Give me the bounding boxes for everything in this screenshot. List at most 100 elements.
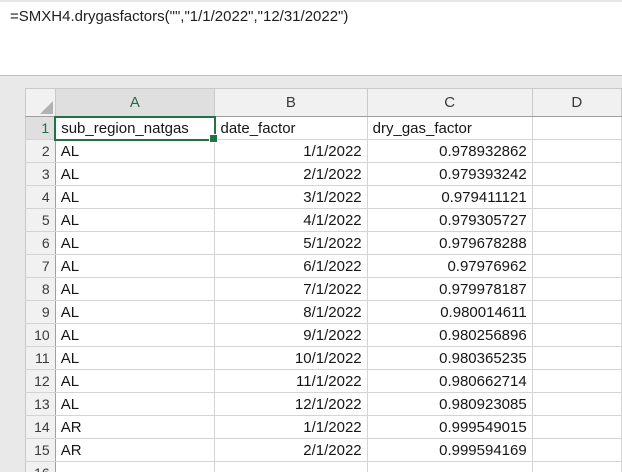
cell-B3[interactable]: 2/1/2022 xyxy=(214,162,368,186)
cell-D9[interactable] xyxy=(531,300,622,324)
cell-A11[interactable]: AL xyxy=(54,346,216,370)
formula-input[interactable]: =SMXH4.drygasfactors("","1/1/2022","12/3… xyxy=(0,2,622,25)
row-header-12[interactable]: 12 xyxy=(25,369,56,393)
cell-B16[interactable] xyxy=(214,461,368,472)
cell-A9[interactable]: AL xyxy=(54,300,216,324)
cell-A3[interactable]: AL xyxy=(54,162,216,186)
cell-D3[interactable] xyxy=(531,162,622,186)
cell-C9[interactable]: 0.980014611 xyxy=(366,300,533,324)
select-all-triangle-icon xyxy=(39,101,53,114)
row-header-9[interactable]: 9 xyxy=(25,300,56,324)
column-header-row: ABCD xyxy=(25,88,622,118)
cell-C13[interactable]: 0.980923085 xyxy=(366,392,533,416)
cell-A12[interactable]: AL xyxy=(54,369,216,393)
cell-A7[interactable]: AL xyxy=(54,254,216,278)
row-header-8[interactable]: 8 xyxy=(25,277,56,301)
cell-C1[interactable]: dry_gas_factor xyxy=(366,116,533,140)
cell-B8[interactable]: 7/1/2022 xyxy=(214,277,368,301)
row-header-2[interactable]: 2 xyxy=(25,139,56,163)
row-header-13[interactable]: 13 xyxy=(25,392,56,416)
cell-C16[interactable] xyxy=(366,461,533,472)
cell-B14[interactable]: 1/1/2022 xyxy=(214,415,368,439)
cell-D4[interactable] xyxy=(531,185,622,209)
cell-D11[interactable] xyxy=(531,346,622,370)
cell-B15[interactable]: 2/1/2022 xyxy=(214,438,368,462)
cell-D16[interactable] xyxy=(531,461,622,472)
cell-A4[interactable]: AL xyxy=(54,185,216,209)
cell-B11[interactable]: 10/1/2022 xyxy=(214,346,368,370)
cell-A10[interactable]: AL xyxy=(54,323,216,347)
cell-B13[interactable]: 12/1/2022 xyxy=(214,392,368,416)
row-header-16[interactable]: 16 xyxy=(25,461,56,472)
cell-A15[interactable]: AR xyxy=(54,438,216,462)
row-header-6[interactable]: 6 xyxy=(25,231,56,255)
cell-C7[interactable]: 0.97976962 xyxy=(366,254,533,278)
cell-C10[interactable]: 0.980256896 xyxy=(366,323,533,347)
cell-A16[interactable] xyxy=(54,461,216,472)
row-header-15[interactable]: 15 xyxy=(25,438,56,462)
row-header-5[interactable]: 5 xyxy=(25,208,56,232)
cell-D13[interactable] xyxy=(531,392,622,416)
sheet-row-9: 9 AL 8/1/2022 0.980014611 xyxy=(25,300,622,324)
sheet-row-16: 16 xyxy=(25,461,622,472)
cell-B10[interactable]: 9/1/2022 xyxy=(214,323,368,347)
spreadsheet-window: =SMXH4.drygasfactors("","1/1/2022","12/3… xyxy=(0,0,622,472)
cell-B4[interactable]: 3/1/2022 xyxy=(214,185,368,209)
cell-C8[interactable]: 0.979978187 xyxy=(366,277,533,301)
cell-C6[interactable]: 0.979678288 xyxy=(366,231,533,255)
cell-C14[interactable]: 0.999549015 xyxy=(366,415,533,439)
cell-D15[interactable] xyxy=(531,438,622,462)
cell-D12[interactable] xyxy=(531,369,622,393)
row-header-7[interactable]: 7 xyxy=(25,254,56,278)
cell-A5[interactable]: AL xyxy=(54,208,216,232)
cell-C4[interactable]: 0.979411121 xyxy=(366,185,533,209)
cell-C3[interactable]: 0.979393242 xyxy=(366,162,533,186)
cell-D6[interactable] xyxy=(531,231,622,255)
cell-B2[interactable]: 1/1/2022 xyxy=(214,139,368,163)
row-header-4[interactable]: 4 xyxy=(25,185,56,209)
cell-A8[interactable]: AL xyxy=(54,277,216,301)
cell-B7[interactable]: 6/1/2022 xyxy=(214,254,368,278)
cell-C2[interactable]: 0.978932862 xyxy=(366,139,533,163)
column-header-B[interactable]: B xyxy=(214,88,368,117)
select-all-corner[interactable] xyxy=(25,88,56,117)
cell-D1[interactable] xyxy=(531,116,622,140)
cell-A1[interactable]: sub_region_natgas xyxy=(54,115,218,143)
cell-B6[interactable]: 5/1/2022 xyxy=(214,231,368,255)
sheet-row-4: 4 AL 3/1/2022 0.979411121 xyxy=(25,185,622,209)
sheet-row-8: 8 AL 7/1/2022 0.979978187 xyxy=(25,277,622,301)
row-header-14[interactable]: 14 xyxy=(25,415,56,439)
row-header-3[interactable]: 3 xyxy=(25,162,56,186)
cell-C15[interactable]: 0.999594169 xyxy=(366,438,533,462)
cell-A6[interactable]: AL xyxy=(54,231,216,255)
cell-D7[interactable] xyxy=(531,254,622,278)
cell-B9[interactable]: 8/1/2022 xyxy=(214,300,368,324)
cell-A14[interactable]: AR xyxy=(54,415,216,439)
column-header-D[interactable]: D xyxy=(531,88,622,117)
cell-A13[interactable]: AL xyxy=(54,392,216,416)
column-header-A[interactable]: A xyxy=(54,88,216,118)
cell-D8[interactable] xyxy=(531,277,622,301)
sheet-row-15: 15 AR 2/1/2022 0.999594169 xyxy=(25,438,622,462)
sheet-row-14: 14 AR 1/1/2022 0.999549015 xyxy=(25,415,622,439)
cell-A2[interactable]: AL xyxy=(54,139,216,163)
cell-B1[interactable]: date_factor xyxy=(214,116,368,140)
cell-C11[interactable]: 0.980365235 xyxy=(366,346,533,370)
cell-C12[interactable]: 0.980662714 xyxy=(366,369,533,393)
fill-handle[interactable] xyxy=(208,133,218,143)
cell-D2[interactable] xyxy=(531,139,622,163)
formula-bar: =SMXH4.drygasfactors("","1/1/2022","12/3… xyxy=(0,0,622,74)
row-header-11[interactable]: 11 xyxy=(25,346,56,370)
row-header-10[interactable]: 10 xyxy=(25,323,56,347)
sheet-row-13: 13 AL 12/1/2022 0.980923085 xyxy=(25,392,622,416)
sheet-row-12: 12 AL 11/1/2022 0.980662714 xyxy=(25,369,622,393)
sheet-row-1: 1 sub_region_natgas date_factor dry_gas_fac… xyxy=(25,115,622,143)
cell-C5[interactable]: 0.979305727 xyxy=(366,208,533,232)
cell-D10[interactable] xyxy=(531,323,622,347)
row-header-1[interactable]: 1 xyxy=(25,116,57,140)
cell-D5[interactable] xyxy=(531,208,622,232)
cell-D14[interactable] xyxy=(531,415,622,439)
cell-B5[interactable]: 4/1/2022 xyxy=(214,208,368,232)
cell-B12[interactable]: 11/1/2022 xyxy=(214,369,368,393)
column-header-C[interactable]: C xyxy=(366,88,533,117)
